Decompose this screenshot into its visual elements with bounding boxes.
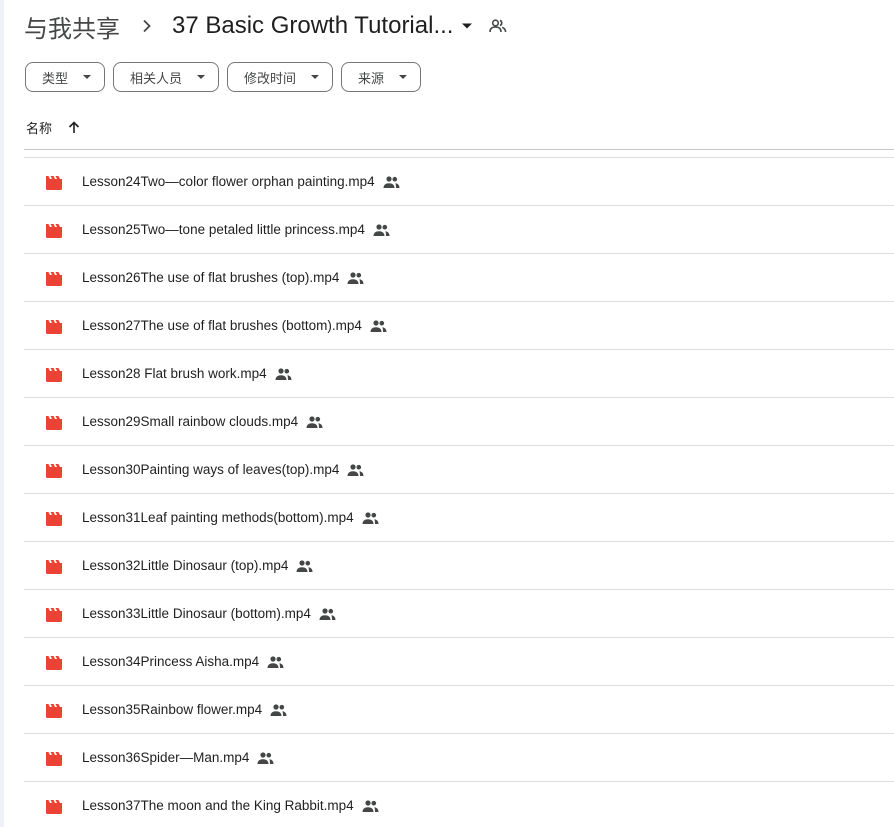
file-name: Lesson28 Flat brush work.mp4 xyxy=(82,366,267,381)
file-name: Lesson27The use of flat brushes (bottom)… xyxy=(82,318,362,333)
people-outline-icon[interactable] xyxy=(489,19,507,33)
video-file-icon xyxy=(45,270,63,286)
video-file-icon xyxy=(45,654,63,670)
filter-label: 相关人员 xyxy=(130,70,183,86)
caret-down-icon xyxy=(310,74,320,80)
list-item[interactable]: Lesson35Rainbow flower.mp4 xyxy=(24,685,894,733)
video-file-icon xyxy=(45,558,63,574)
file-name: Lesson26The use of flat brushes (top).mp… xyxy=(82,270,340,285)
people-icon xyxy=(347,271,364,284)
filter-label: 来源 xyxy=(358,70,385,86)
video-file-icon xyxy=(45,750,63,766)
people-icon xyxy=(296,559,313,572)
list-item[interactable]: Lesson30Painting ways of leaves(top).mp4 xyxy=(24,445,894,493)
people-icon xyxy=(370,319,387,332)
name-column-header[interactable]: 名称 xyxy=(26,118,52,137)
arrow-up-icon[interactable] xyxy=(68,121,80,134)
file-name: Lesson24Two—color flower orphan painting… xyxy=(82,174,375,189)
chevron-right-icon xyxy=(142,19,152,33)
filter-source[interactable]: 来源 xyxy=(341,62,422,92)
file-name: Lesson25Two—tone petaled little princess… xyxy=(82,222,365,237)
list-item[interactable]: Lesson31Leaf painting methods(bottom).mp… xyxy=(24,493,894,541)
caret-down-icon xyxy=(196,74,206,80)
video-file-icon xyxy=(45,510,63,526)
video-file-icon xyxy=(45,414,63,430)
filter-people[interactable]: 相关人员 xyxy=(113,62,220,92)
people-icon xyxy=(362,511,379,524)
video-file-icon xyxy=(45,318,63,334)
people-icon xyxy=(306,415,323,428)
file-name: Lesson30Painting ways of leaves(top).mp4 xyxy=(82,462,340,477)
people-icon xyxy=(319,607,336,620)
file-name: Lesson36Spider—Man.mp4 xyxy=(82,750,250,765)
list-item[interactable]: Lesson27The use of flat brushes (bottom)… xyxy=(24,301,894,349)
video-file-icon xyxy=(45,606,63,622)
list-header: 名称 xyxy=(26,118,80,137)
people-icon xyxy=(347,463,364,476)
video-file-icon xyxy=(45,174,63,190)
caret-down-icon xyxy=(82,74,92,80)
file-name: Lesson33Little Dinosaur (bottom).mp4 xyxy=(82,606,311,621)
people-icon xyxy=(362,799,379,812)
filter-type[interactable]: 类型 xyxy=(25,62,106,92)
list-item[interactable]: Lesson34Princess Aisha.mp4 xyxy=(24,637,894,685)
filter-modified[interactable]: 修改时间 xyxy=(227,62,334,92)
list-item[interactable]: Lesson25Two—tone petaled little princess… xyxy=(24,205,894,253)
list-item[interactable]: Lesson36Spider—Man.mp4 xyxy=(24,733,894,781)
breadcrumb-root[interactable]: 与我共享 xyxy=(24,7,120,46)
people-icon xyxy=(373,223,390,236)
list-item[interactable]: Lesson33Little Dinosaur (bottom).mp4 xyxy=(24,589,894,637)
video-file-icon xyxy=(45,702,63,718)
folder-title: 37 Basic Growth Tutorial... xyxy=(172,12,454,39)
video-file-icon xyxy=(45,798,63,814)
caret-down-icon[interactable] xyxy=(461,22,473,30)
people-icon xyxy=(270,703,287,716)
list-item[interactable]: Lesson28 Flat brush work.mp4 xyxy=(24,349,894,397)
video-file-icon xyxy=(45,222,63,238)
filter-label: 修改时间 xyxy=(244,70,297,86)
file-name: Lesson34Princess Aisha.mp4 xyxy=(82,654,260,669)
filter-label: 类型 xyxy=(42,70,69,86)
file-list: Lesson24Two—color flower orphan painting… xyxy=(24,157,894,829)
file-name: Lesson37The moon and the King Rabbit.mp4 xyxy=(82,798,354,813)
list-item[interactable]: Lesson29Small rainbow clouds.mp4 xyxy=(24,397,894,445)
file-name: Lesson31Leaf painting methods(bottom).mp… xyxy=(82,510,354,525)
people-icon xyxy=(267,655,284,668)
list-item[interactable]: Lesson26The use of flat brushes (top).mp… xyxy=(24,253,894,301)
breadcrumb: 与我共享 37 Basic Growth Tutorial... xyxy=(24,8,507,44)
file-name: Lesson32Little Dinosaur (top).mp4 xyxy=(82,558,289,573)
video-file-icon xyxy=(45,462,63,478)
file-name: Lesson35Rainbow flower.mp4 xyxy=(82,702,263,717)
filter-bar: 类型 相关人员 修改时间 来源 xyxy=(25,62,422,92)
list-item[interactable]: Lesson32Little Dinosaur (top).mp4 xyxy=(24,541,894,589)
breadcrumb-current-folder[interactable]: 37 Basic Growth Tutorial... xyxy=(172,12,473,40)
people-icon xyxy=(257,751,274,764)
file-name: Lesson29Small rainbow clouds.mp4 xyxy=(82,414,299,429)
header-divider xyxy=(24,149,894,150)
caret-down-icon xyxy=(398,74,408,80)
list-item[interactable]: Lesson37The moon and the King Rabbit.mp4 xyxy=(24,781,894,829)
video-file-icon xyxy=(45,366,63,382)
list-item[interactable]: Lesson24Two—color flower orphan painting… xyxy=(24,157,894,205)
people-icon xyxy=(275,367,292,380)
left-edge-strip xyxy=(0,0,4,827)
people-icon xyxy=(383,175,400,188)
